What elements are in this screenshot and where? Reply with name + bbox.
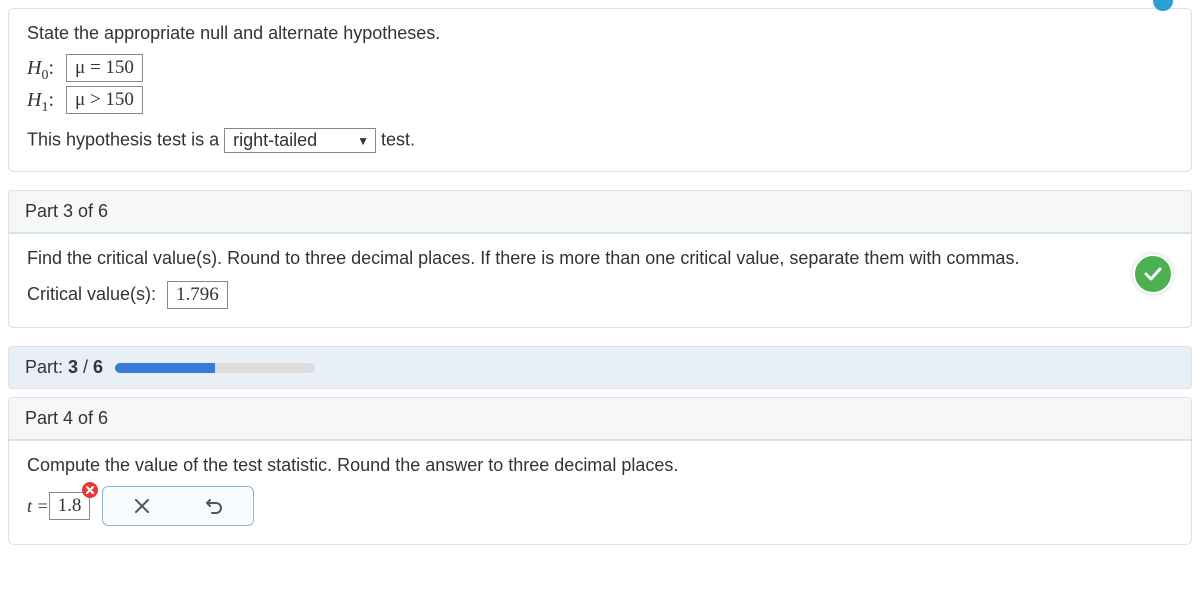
info-badge — [1153, 0, 1173, 11]
critical-value-input[interactable]: 1.796 — [167, 281, 228, 309]
t-equation: t = 1.8 — [27, 492, 90, 520]
h0-label: H0: — [27, 57, 60, 80]
hypotheses-prompt: State the appropriate null and alternate… — [27, 23, 1173, 44]
tail-sentence: This hypothesis test is a right-tailed ▼… — [27, 128, 1173, 153]
part3-card: Find the critical value(s). Round to thr… — [8, 233, 1192, 328]
part4-header: Part 4 of 6 — [8, 397, 1192, 440]
h0-row: H0: μ = 150 — [27, 54, 1173, 82]
hypotheses-card: State the appropriate null and alternate… — [8, 8, 1192, 172]
check-icon — [1141, 262, 1165, 286]
progress-fill — [115, 363, 215, 373]
close-icon — [133, 497, 151, 515]
undo-button[interactable] — [203, 495, 225, 517]
chevron-down-icon: ▼ — [357, 134, 369, 148]
h1-row: H1: μ > 150 — [27, 86, 1173, 114]
correct-badge — [1133, 254, 1173, 294]
t-row: t = 1.8 — [27, 486, 1173, 526]
part3-header: Part 3 of 6 — [8, 190, 1192, 233]
progress-bar: Part: 3 / 6 — [8, 346, 1192, 389]
error-badge — [82, 482, 98, 498]
h0-input[interactable]: μ = 150 — [66, 54, 143, 82]
clear-button[interactable] — [131, 495, 153, 517]
action-box — [102, 486, 254, 526]
h1-input[interactable]: μ > 150 — [66, 86, 143, 114]
part4-prompt: Compute the value of the test statistic.… — [27, 455, 1173, 476]
progress-track — [115, 363, 315, 373]
undo-icon — [204, 496, 224, 516]
progress-label: Part: 3 / 6 — [25, 357, 103, 378]
close-icon — [85, 485, 95, 495]
h1-label: H1: — [27, 89, 60, 112]
part4-card: Compute the value of the test statistic.… — [8, 440, 1192, 545]
part3-prompt: Find the critical value(s). Round to thr… — [27, 248, 1173, 269]
critical-value-row: Critical value(s): 1.796 — [27, 281, 1173, 309]
tail-select[interactable]: right-tailed ▼ — [224, 128, 376, 153]
